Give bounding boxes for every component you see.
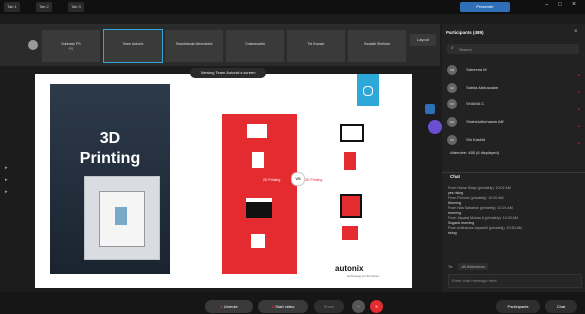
window-tab[interactable]: Tab 1 (4, 2, 20, 12)
strip-scroll-left-icon[interactable] (28, 40, 38, 50)
participant-name: SHAMA C (466, 101, 485, 106)
window-tab[interactable]: Tab 3 (68, 2, 84, 12)
3d-printer-icon (340, 194, 362, 218)
presentation-slide: 3D Printing 2D Printing VS 3D Printing a… (35, 74, 412, 288)
participant-row[interactable]: DP SHAMA C (447, 98, 484, 110)
participants-search[interactable]: ⌕ Search (447, 44, 579, 54)
search-icon: ⌕ (451, 45, 454, 51)
video-tile-active[interactable]: Team Autonix (103, 29, 163, 63)
printer-photo (84, 176, 160, 260)
attendees-label[interactable]: Attendee: 485 (6 displayed) (450, 150, 499, 155)
3d-model-icon (344, 152, 356, 170)
3d-printing-caption: 3D Printing (305, 178, 323, 182)
chat-button[interactable]: Chat (545, 300, 577, 313)
layout-button[interactable]: Layout (410, 34, 436, 46)
slide-left-panel: 3D Printing (50, 84, 170, 274)
tool-icon[interactable]: ▸ (5, 174, 8, 186)
annotation-icon[interactable] (428, 120, 442, 134)
mic-muted-icon: • (578, 124, 580, 130)
chat-input-placeholder: Enter chat message here (452, 278, 497, 283)
mic-off-icon: ● (220, 304, 223, 309)
tool-icon[interactable]: ▸ (5, 186, 8, 198)
window-tab[interactable]: Tab 2 (36, 2, 52, 12)
3d-monitor-icon (340, 124, 364, 142)
unmute-button[interactable]: ● Unmute (205, 300, 253, 313)
participants-button[interactable]: Participants (496, 300, 540, 313)
participant-name: Shi Kashid (466, 137, 486, 142)
video-tile[interactable]: Swastik Shekhar (348, 30, 406, 62)
document-icon (252, 152, 264, 168)
slide-title-line1: 3D (99, 130, 121, 147)
participant-row[interactable]: RH Shahiduthuhasim Alif (447, 116, 503, 128)
brand-logo: autonix (335, 264, 364, 273)
participant-row[interactable]: SA Sahila Abdusalam (447, 82, 498, 94)
chat-recipient-select[interactable]: All Attendees (458, 263, 488, 270)
chat-header: Chat (450, 174, 460, 179)
participant-name: Saheena M (466, 67, 487, 72)
more-button[interactable]: ⋯ (352, 300, 365, 313)
leave-button[interactable]: ✕ (370, 300, 383, 313)
menu-bar: File Edit Share View Audio & Video Parti… (0, 14, 585, 28)
start-video-button[interactable]: ● Start video (258, 300, 308, 313)
participant-row[interactable]: SK Shi Kashid (447, 134, 485, 146)
chat-to-label: To: (448, 264, 454, 269)
avatar: SK (447, 134, 457, 145)
chat-to-row: To: All Attendees (448, 263, 488, 270)
participant-name: Sahila Abdusalam (466, 85, 499, 90)
video-tile[interactable]: Shanthanda Meenakshi (165, 30, 223, 62)
minimize-icon[interactable]: – (545, 2, 548, 8)
mic-muted-icon: • (578, 107, 580, 113)
presenter-badge: Presenter (460, 2, 510, 12)
chat-messages: From Nisha Shaju (privately): 10:02 AM y… (448, 186, 580, 236)
printer-icon (246, 198, 272, 218)
title-bar: Tab 1 Tab 2 Tab 3 Presenter – □ × (0, 0, 585, 14)
chat-input[interactable]: Enter chat message here (448, 274, 582, 288)
divider (442, 172, 585, 173)
mic-muted-icon: • (578, 73, 580, 79)
muted-indicators: • • • • • (578, 68, 580, 153)
participant-name: Shahiduthuhasim Alif (466, 119, 504, 124)
video-off-icon: ● (271, 304, 275, 309)
video-tile[interactable]: Tel Kumari (287, 30, 345, 62)
output-icon (251, 234, 265, 248)
vs-badge: VS (291, 172, 305, 186)
3d-cube-icon (342, 226, 358, 240)
2d-printing-caption: 2D Printing (263, 178, 281, 182)
monitor-icon (247, 124, 267, 138)
share-button[interactable]: Share (314, 300, 344, 313)
avatar: RH (447, 116, 457, 127)
avatar: DP (447, 98, 457, 109)
brand-tagline: technology for the future (347, 274, 380, 278)
maximize-icon[interactable]: □ (558, 2, 562, 8)
close-icon[interactable]: × (572, 1, 576, 8)
tool-icon[interactable]: ▸ (5, 162, 8, 174)
mic-muted-icon: • (578, 90, 580, 96)
avatar: SM (447, 64, 457, 75)
avatar: SA (447, 82, 457, 93)
video-tile[interactable]: Chakravarthi (226, 30, 284, 62)
mic-muted-icon: • (578, 141, 580, 147)
printer-part (115, 207, 127, 225)
video-tile[interactable]: Subhash PS PS (42, 30, 100, 62)
chat-message-text: rising (448, 231, 457, 235)
participant-row[interactable]: SM Saheena M (447, 64, 487, 76)
participants-header: Participants (489) (446, 30, 484, 35)
search-placeholder: Search (459, 47, 472, 52)
bulb-badge (357, 74, 379, 106)
side-tools: ▸ ▸ ▸ (5, 162, 8, 198)
share-label: Viewing Team Autonix's screen (190, 68, 266, 78)
slide-title-line2: Printing (79, 150, 141, 167)
bulb-icon (363, 86, 373, 96)
chat-bubble-icon[interactable] (425, 104, 435, 114)
panel-close-icon[interactable]: × (574, 29, 578, 35)
2d-printing-panel (222, 114, 297, 274)
